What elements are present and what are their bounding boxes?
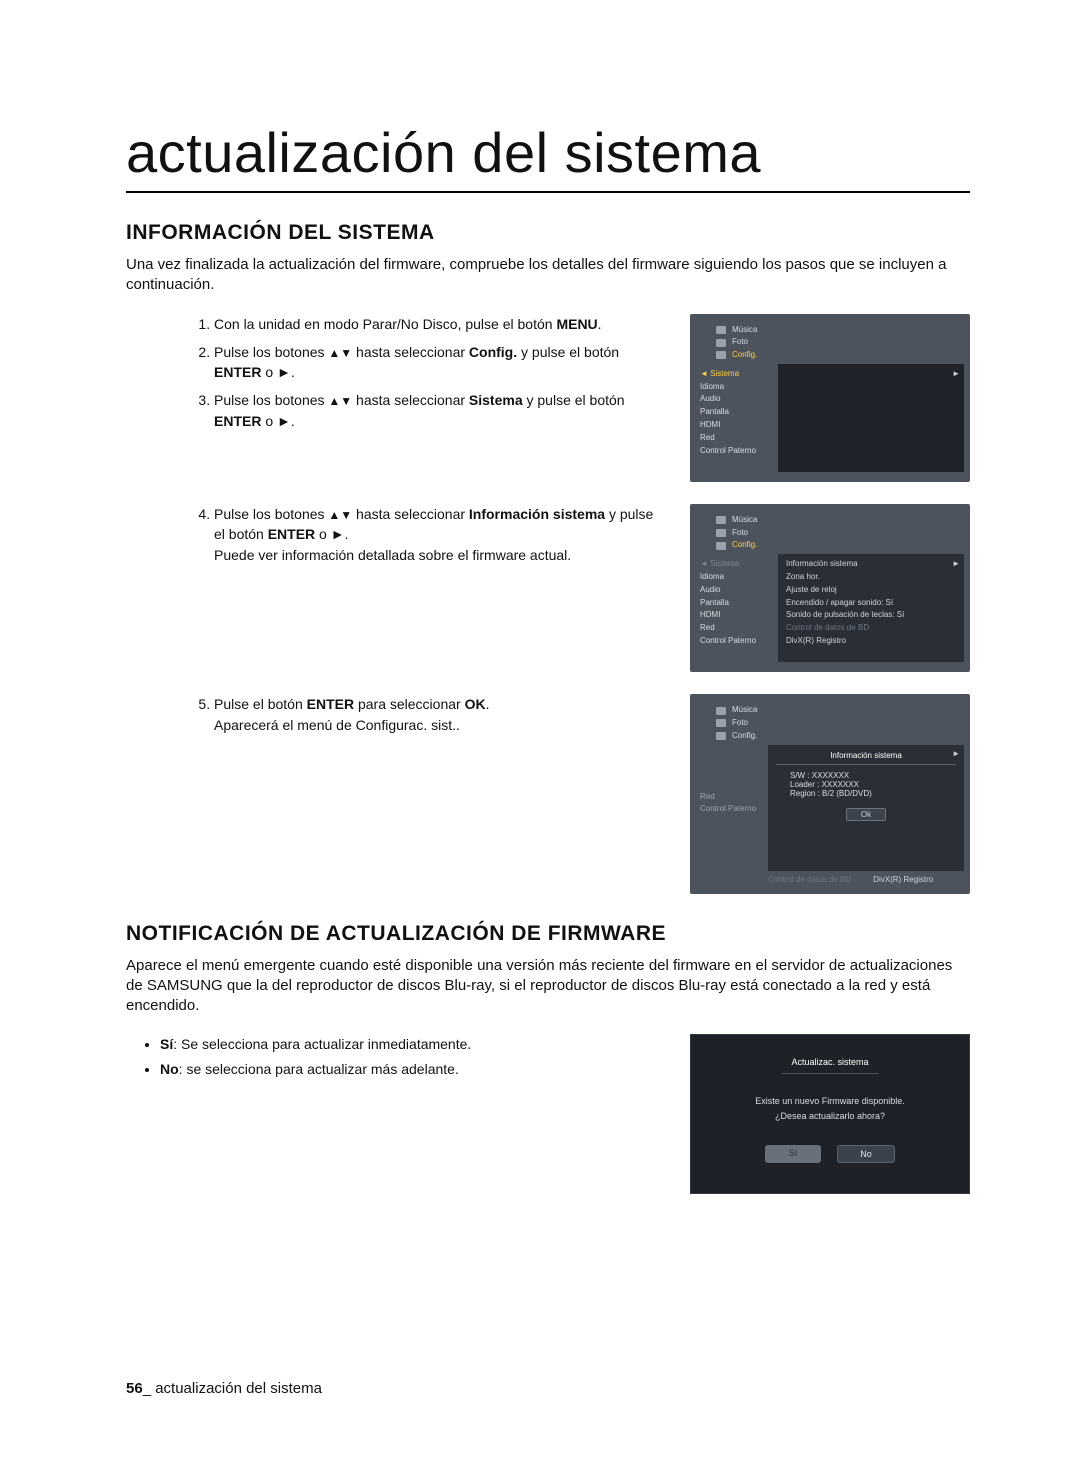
step-5: Pulse el botón ENTER para seleccionar OK… (214, 694, 668, 735)
page-footer: 56_ actualización del sistema (126, 1380, 322, 1397)
foot-bd: Control de datos de BD (768, 875, 851, 884)
screenshot-firmware-popup: Actualizac. sistema Existe un nuevo Firm… (690, 1034, 970, 1194)
steps-list-3: Pulse el botón ENTER para seleccionar OK… (126, 694, 668, 735)
music-icon (716, 326, 726, 334)
menu-pantalla: Pantalla (700, 597, 778, 610)
menu-control-paterno: Control Paterno (700, 445, 778, 458)
steps-list-2: Pulse los botones ▲▼ hasta seleccionar I… (126, 504, 668, 565)
opt-divx: DivX(R) Registro (786, 635, 956, 648)
opt-zona: Zona hor. (786, 571, 956, 584)
photo-icon (716, 719, 726, 727)
up-down-icon: ▲▼ (328, 346, 352, 360)
popup-region: Region : B/2 (BD/DVD) (776, 789, 956, 798)
menu-red: Red (700, 622, 778, 635)
menu-audio: Audio (700, 584, 778, 597)
popup-sw: S/W : XXXXXXX (776, 771, 956, 780)
fw-yes-button[interactable]: Sí (765, 1145, 821, 1163)
music-icon (716, 516, 726, 524)
opt-tecla: Sonido de pulsación de teclas: Sí (786, 609, 956, 622)
popup-title: Información sistema (776, 751, 956, 765)
opt-bd: Control de datos de BD (786, 622, 956, 635)
step-2: Pulse los botones ▲▼ hasta seleccionar C… (214, 342, 668, 383)
menu-red: Red (700, 791, 768, 804)
fw-popup-line1: Existe un nuevo Firmware disponible. (755, 1094, 905, 1108)
section-info-intro: Una vez finalizada la actualización del … (126, 255, 970, 296)
menu-idioma: Idioma (700, 381, 778, 394)
menu-sistema: ◄ Sistema (700, 368, 778, 381)
chevron-right-icon: ► (952, 558, 960, 571)
foot-divx: DivX(R) Registro (873, 875, 933, 884)
screenshot-config-sistema: Música Foto Config. ◄ Sistema Idioma Aud… (690, 314, 970, 482)
steps-list-1: Con la unidad en modo Parar/No Disco, pu… (126, 314, 668, 432)
menu-red: Red (700, 432, 778, 445)
section-firmware-intro: Aparece el menú emergente cuando esté di… (126, 956, 970, 1017)
up-down-icon: ▲▼ (328, 394, 352, 408)
music-icon (716, 707, 726, 715)
fw-popup-title: Actualizac. sistema (781, 1057, 878, 1074)
photo-icon (716, 339, 726, 347)
option-no: No: se selecciona para actualizar más ad… (160, 1059, 668, 1080)
menu-control-paterno: Control Paterno (700, 803, 768, 816)
menu-hdmi: HDMI (700, 419, 778, 432)
firmware-options-list: Sí: Se selecciona para actualizar inmedi… (126, 1034, 668, 1080)
gear-icon (716, 351, 726, 359)
up-down-icon: ▲▼ (328, 508, 352, 522)
option-si: Sí: Se selecciona para actualizar inmedi… (160, 1034, 668, 1055)
fw-no-button[interactable]: No (837, 1145, 895, 1163)
footer-label: actualización del sistema (155, 1380, 322, 1397)
gear-icon (716, 542, 726, 550)
photo-icon (716, 529, 726, 537)
chevron-right-icon: ► (952, 368, 960, 381)
menu-sistema: ◄ Sistema (700, 558, 778, 571)
opt-reloj: Ajuste de reloj (786, 584, 956, 597)
step-1: Con la unidad en modo Parar/No Disco, pu… (214, 314, 668, 334)
menu-hdmi: HDMI (700, 609, 778, 622)
screenshot-info-sistema-popup: Música Foto Config. Red Control Paterno … (690, 694, 970, 893)
ok-button[interactable]: Ok (846, 808, 886, 821)
menu-control-paterno: Control Paterno (700, 635, 778, 648)
screenshot-info-sistema-list: Música Foto Config. ◄ Sistema Idioma Aud… (690, 504, 970, 672)
menu-audio: Audio (700, 393, 778, 406)
menu-pantalla: Pantalla (700, 406, 778, 419)
opt-info-sistema: Información sistema (786, 558, 956, 571)
section-info-heading: INFORMACIÓN DEL SISTEMA (126, 221, 970, 245)
gear-icon (716, 732, 726, 740)
page-number: 56 (126, 1380, 143, 1397)
popup-loader: Loader : XXXXXXX (776, 780, 956, 789)
chevron-right-icon: ► (952, 749, 960, 758)
opt-encendido: Encendido / apagar sonido: Sí (786, 597, 956, 610)
step-3: Pulse los botones ▲▼ hasta seleccionar S… (214, 390, 668, 431)
menu-idioma: Idioma (700, 571, 778, 584)
section-firmware-heading: NOTIFICACIÓN DE ACTUALIZACIÓN DE FIRMWAR… (126, 922, 970, 946)
page-title: actualización del sistema (126, 120, 970, 193)
step-4: Pulse los botones ▲▼ hasta seleccionar I… (214, 504, 668, 565)
fw-popup-line2: ¿Desea actualizarlo ahora? (755, 1109, 905, 1123)
